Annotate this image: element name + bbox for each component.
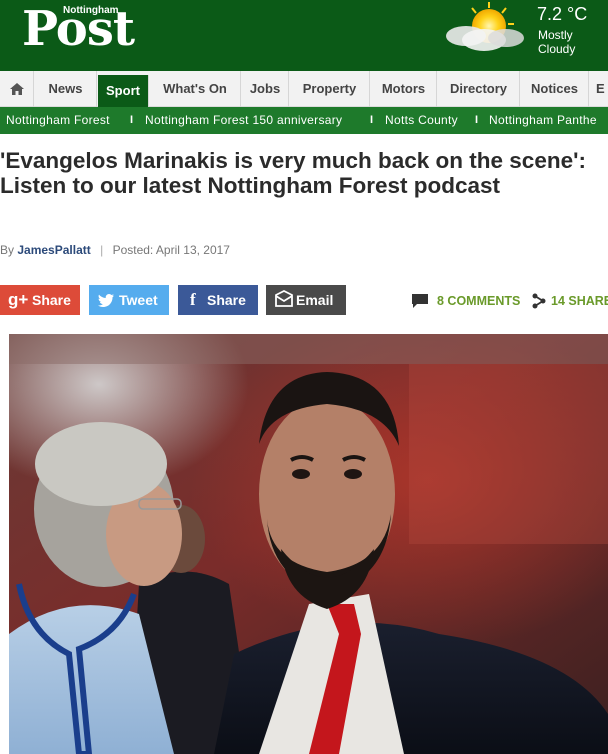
subnav-item-forest-150[interactable]: Nottingham Forest 150 anniversary xyxy=(145,107,342,134)
shares-count: 14 SHARE xyxy=(551,294,608,308)
subnav-separator: I xyxy=(130,114,134,126)
main-nav: News Sport What's On Jobs Property Motor… xyxy=(0,71,608,107)
site-logo-subtitle: Nottingham xyxy=(63,5,119,16)
home-icon xyxy=(10,83,24,95)
share-icon xyxy=(532,293,546,309)
byline-prefix: By xyxy=(0,243,15,257)
weather-condition: Mostly Cloudy xyxy=(538,28,576,56)
comments-count: 8 COMMENTS xyxy=(437,294,521,308)
byline-separator: | xyxy=(100,243,104,257)
nav-item-sport[interactable]: Sport xyxy=(98,75,149,107)
email-share-button[interactable]: Email xyxy=(266,285,346,315)
author-link[interactable]: JamesPallatt xyxy=(17,243,90,257)
twitter-icon xyxy=(98,294,114,307)
subnav-separator: I xyxy=(370,114,374,126)
nav-item-overflow[interactable]: E xyxy=(590,71,608,107)
nav-item-news[interactable]: News xyxy=(35,71,97,107)
posted-date: Posted: April 13, 2017 xyxy=(112,243,230,257)
google-plus-icon: g+ xyxy=(8,290,29,309)
nav-item-whats-on[interactable]: What's On xyxy=(150,71,241,107)
share-button-label: Email xyxy=(296,292,334,308)
article-headline: 'Evangelos Marinakis is very much back o… xyxy=(0,148,586,198)
nav-item-jobs[interactable]: Jobs xyxy=(242,71,289,107)
share-button-label: Share xyxy=(32,292,71,308)
subnav-separator: I xyxy=(475,114,479,126)
speech-bubble-icon xyxy=(412,294,428,308)
google-plus-share-button[interactable]: g+ Share xyxy=(0,285,80,315)
nav-item-notices[interactable]: Notices xyxy=(521,71,589,107)
facebook-share-button[interactable]: f Share xyxy=(178,285,258,315)
nav-item-motors[interactable]: Motors xyxy=(371,71,437,107)
subnav-item-notts-county[interactable]: Notts County xyxy=(385,107,458,134)
subnav-item-nottingham-panthers[interactable]: Nottingham Panthe xyxy=(489,107,597,134)
share-button-label: Tweet xyxy=(119,292,158,308)
nav-home[interactable] xyxy=(0,71,34,107)
subnav-item-nottingham-forest[interactable]: Nottingham Forest xyxy=(6,107,110,134)
sub-nav: Nottingham Forest I Nottingham Forest 15… xyxy=(0,107,608,134)
weather-temperature: 7.2 °C xyxy=(537,4,588,24)
facebook-icon: f xyxy=(190,290,196,309)
envelope-icon xyxy=(275,289,293,307)
article-byline: By JamesPallatt | Posted: April 13, 2017 xyxy=(0,243,230,257)
nav-item-directory[interactable]: Directory xyxy=(438,71,520,107)
article-photo xyxy=(9,334,608,754)
twitter-tweet-button[interactable]: Tweet xyxy=(89,285,169,315)
nav-item-property[interactable]: Property xyxy=(290,71,370,107)
site-header: Post Nottingham 7.2 °C Mostly Cloudy xyxy=(0,0,608,71)
partly-cloudy-icon xyxy=(446,2,524,51)
share-button-label: Share xyxy=(207,292,246,308)
photo-illustration xyxy=(9,334,608,754)
